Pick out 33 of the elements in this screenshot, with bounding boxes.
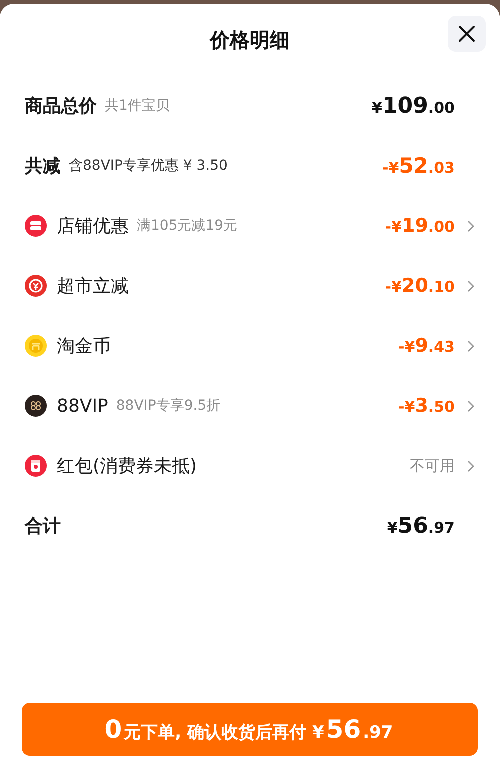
row-label: 商品总价 xyxy=(25,95,97,118)
detail-row[interactable]: 店铺优惠 满105元减19元 -¥19.00 xyxy=(25,196,475,256)
detail-row[interactable]: 88VIP 88VIP专享9.5折 -¥3.50 xyxy=(25,376,475,436)
coupon-icon xyxy=(25,275,47,297)
row-label: 店铺优惠 xyxy=(57,215,129,238)
price-amount: -¥3.50 xyxy=(398,395,455,417)
row-note: 满105元减19元 xyxy=(137,217,238,235)
price-amount: ¥109.00 xyxy=(372,94,455,118)
price-amount: -¥19.00 xyxy=(385,215,455,237)
row-label: 共减 xyxy=(25,155,61,178)
row-label: 88VIP xyxy=(57,396,108,416)
close-icon xyxy=(458,25,476,43)
coin-icon xyxy=(25,335,47,357)
detail-row[interactable]: 红包(消费券未抵) 不可用 xyxy=(25,436,475,496)
price-amount: ¥56.97 xyxy=(387,514,455,538)
sheet-title: 价格明细 xyxy=(210,26,290,54)
row-note: 88VIP专享9.5折 xyxy=(116,397,221,415)
row-note: 共1件宝贝 xyxy=(105,97,170,115)
vip-icon xyxy=(25,395,47,417)
row-label: 超市立减 xyxy=(57,275,129,298)
close-button[interactable] xyxy=(448,16,486,52)
price-amount: -¥9.43 xyxy=(398,335,455,357)
price-amount: -¥20.10 xyxy=(385,275,455,297)
row-label: 红包(消费券未抵) xyxy=(57,455,198,478)
status-text: 不可用 xyxy=(410,456,455,476)
row-label: 合计 xyxy=(25,515,61,538)
price-amount: -¥52.03 xyxy=(382,154,455,178)
row-label: 淘金币 xyxy=(57,335,111,358)
envelope-icon xyxy=(25,455,47,477)
row-note: 含88VIP专享优惠 ¥ 3.50 xyxy=(69,157,228,175)
store-icon xyxy=(25,215,47,237)
detail-row[interactable]: 淘金币 -¥9.43 xyxy=(25,316,475,376)
detail-row[interactable]: 超市立减 -¥20.10 xyxy=(25,256,475,316)
